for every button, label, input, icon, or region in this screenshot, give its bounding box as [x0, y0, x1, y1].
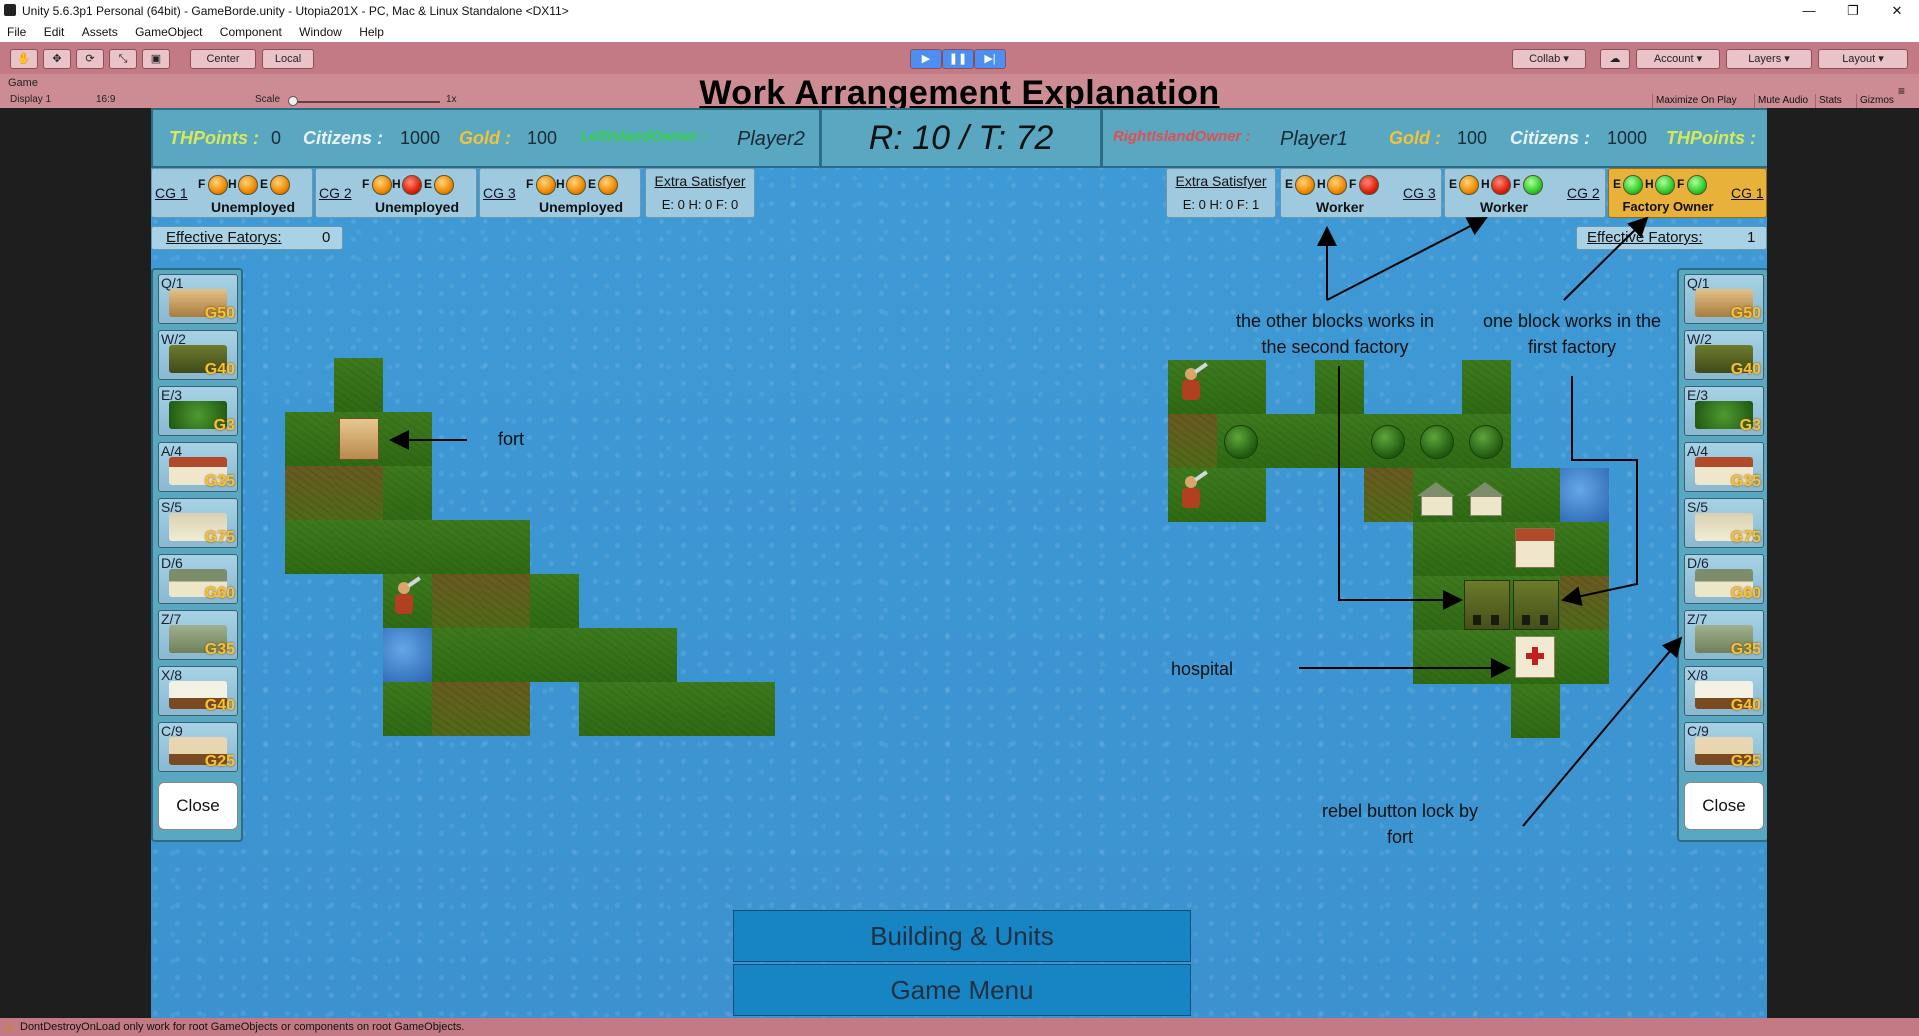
collab-button[interactable]: Collab ▾ — [1512, 49, 1586, 69]
center-label: Center — [206, 53, 240, 65]
layers-button[interactable]: Layers ▾ — [1726, 49, 1812, 69]
cloud-icon[interactable]: ☁ — [1600, 49, 1630, 69]
annotation-hospital: hospital — [1171, 659, 1234, 679]
rotate-tool-icon[interactable]: ⟳ — [76, 49, 104, 69]
account-button[interactable]: Account ▾ — [1636, 49, 1720, 69]
menu-gameobject[interactable]: GameObject — [128, 22, 209, 39]
editor-toolbar: ✋ ✥ ⟳ ⤡ ▣ Center Local ▶ ❚❚ ▶| Collab ▾ … — [0, 42, 1919, 74]
scale-tool-icon[interactable]: ⤡ — [109, 49, 137, 69]
pause-icon[interactable]: ❚❚ — [942, 49, 974, 69]
close-window-button[interactable]: ✕ — [1875, 0, 1919, 22]
local-label: Local — [274, 53, 302, 65]
window-titlebar: Unity 5.6.3p1 Personal (64bit) - GameBor… — [0, 0, 1919, 22]
game-menu-button[interactable]: Game Menu — [733, 964, 1191, 1016]
menu-file[interactable]: File — [0, 22, 33, 39]
game-area: THPoints : 0 Citizens : 1000 Gold : 100 … — [151, 108, 1767, 1018]
game-view-header: Game Display 1 16:9 Scale 1x Work Arrang… — [0, 74, 1919, 112]
gizmos-toggle[interactable]: Gizmos — [1856, 94, 1897, 108]
console-status-bar[interactable]: ⚠ DontDestroyOnLoad only work for root G… — [0, 1018, 1919, 1036]
rect-tool-icon[interactable]: ▣ — [142, 49, 170, 69]
pivot-center-button[interactable]: Center — [190, 49, 256, 69]
window-title: Unity 5.6.3p1 Personal (64bit) - GameBor… — [22, 4, 569, 18]
layout-button[interactable]: Layout ▾ — [1818, 49, 1908, 69]
move-tool-icon[interactable]: ✥ — [43, 49, 71, 69]
menu-assets[interactable]: Assets — [75, 22, 125, 39]
menu-component[interactable]: Component — [213, 22, 289, 39]
status-message: DontDestroyOnLoad only work for root Gam… — [20, 1021, 465, 1033]
warning-icon: ⚠ — [4, 1021, 14, 1033]
layout-label: Layout — [1842, 53, 1876, 65]
menu-edit[interactable]: Edit — [37, 22, 72, 39]
annotation-second-factory: the other blocks works in the second fac… — [1235, 311, 1435, 357]
step-icon[interactable]: ▶| — [974, 49, 1006, 69]
unity-icon — [4, 4, 16, 16]
annotation-first-factory: one block works in the first factory — [1482, 311, 1662, 357]
menu-bar: File Edit Assets GameObject Component Wi… — [0, 22, 1919, 43]
pivot-local-button[interactable]: Local — [262, 49, 314, 69]
hand-tool-icon[interactable]: ✋ — [10, 49, 38, 69]
restore-button[interactable]: ❐ — [1831, 0, 1875, 22]
mute-audio-toggle[interactable]: Mute Audio — [1754, 94, 1811, 108]
collab-label: Collab — [1529, 53, 1561, 65]
annotation-rebel-lock: rebel button lock by fort — [1321, 801, 1479, 847]
annotation-arrows — [389, 216, 1683, 827]
tab-menu-icon[interactable]: ≡ — [1898, 84, 1905, 98]
building-units-button[interactable]: Building & Units — [733, 910, 1191, 962]
menu-help[interactable]: Help — [352, 22, 391, 39]
maximize-on-play-toggle[interactable]: Maximize On Play — [1652, 94, 1740, 108]
annotation-fort: fort — [497, 429, 524, 449]
menu-window[interactable]: Window — [292, 22, 349, 39]
stats-toggle[interactable]: Stats — [1815, 94, 1845, 108]
account-label: Account — [1653, 53, 1694, 65]
layers-label: Layers — [1748, 53, 1782, 65]
minimize-button[interactable]: — — [1787, 0, 1831, 22]
play-icon[interactable]: ▶ — [910, 49, 942, 69]
